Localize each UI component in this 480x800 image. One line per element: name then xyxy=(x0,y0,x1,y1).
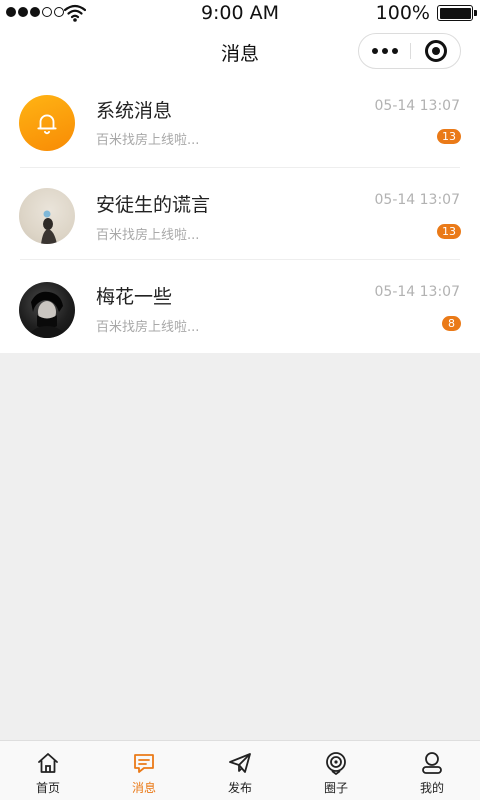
conversation-preview: 百米找房上线啦... xyxy=(96,228,200,243)
avatar xyxy=(19,188,75,244)
avatar xyxy=(19,282,75,338)
conversation-item[interactable]: 梅花一些 05-14 13:07 百米找房上线啦... 8 xyxy=(0,260,480,353)
tab-message[interactable]: 消息 xyxy=(96,741,192,800)
message-icon xyxy=(134,754,154,773)
unread-badge: 8 xyxy=(442,316,461,331)
user-photo xyxy=(27,291,67,338)
unread-badge: 13 xyxy=(437,129,461,144)
conversation-preview: 百米找房上线啦... xyxy=(96,133,200,148)
conversation-name: 安徒生的谎言 xyxy=(96,194,211,216)
tab-home[interactable]: 首页 xyxy=(0,741,96,800)
conversation-name: 系统消息 xyxy=(96,100,173,122)
battery-icon xyxy=(437,5,477,21)
avatar xyxy=(19,95,75,151)
tab-label: 首页 xyxy=(35,781,60,795)
tab-profile[interactable]: 我的 xyxy=(384,741,480,800)
conversation-item[interactable]: 安徒生的谎言 05-14 13:07 百米找房上线啦... 13 xyxy=(0,168,480,260)
conversation-time: 05-14 13:07 xyxy=(374,284,460,300)
tab-publish[interactable]: 发布 xyxy=(192,741,288,800)
tab-bar: 首页 消息 发布 圈子 我的 xyxy=(0,740,480,800)
battery-percentage: 100% xyxy=(375,2,430,24)
tab-label: 发布 xyxy=(227,781,252,795)
conversation-name: 梅花一些 xyxy=(96,286,173,308)
home-icon xyxy=(38,753,58,773)
circle-icon xyxy=(326,752,346,775)
conversation-preview: 百米找房上线啦... xyxy=(96,320,200,335)
target-icon xyxy=(425,40,447,62)
tab-label: 圈子 xyxy=(323,781,348,795)
conversation-time: 05-14 13:07 xyxy=(374,98,460,114)
more-icon xyxy=(371,48,378,54)
user-photo xyxy=(41,210,57,244)
profile-icon xyxy=(422,752,442,774)
close-mini-program-button[interactable] xyxy=(411,34,461,68)
conversation-time: 05-14 13:07 xyxy=(374,192,460,208)
more-options-button[interactable] xyxy=(359,34,410,68)
conversation-list: 系统消息 05-14 13:07 百米找房上线啦... 13 安徒生的谎言 05… xyxy=(0,76,480,353)
tab-circle[interactable]: 圈子 xyxy=(288,741,384,800)
status-bar: 9:00 AM 100% xyxy=(0,0,480,26)
mini-program-capsule xyxy=(358,33,461,69)
send-icon xyxy=(229,753,251,773)
tab-label: 我的 xyxy=(419,781,444,795)
tab-label: 消息 xyxy=(131,781,156,795)
bell-icon xyxy=(37,114,57,135)
conversation-item[interactable]: 系统消息 05-14 13:07 百米找房上线啦... 13 xyxy=(0,76,480,168)
unread-badge: 13 xyxy=(437,224,461,239)
navigation-bar: 消息 xyxy=(0,26,480,76)
